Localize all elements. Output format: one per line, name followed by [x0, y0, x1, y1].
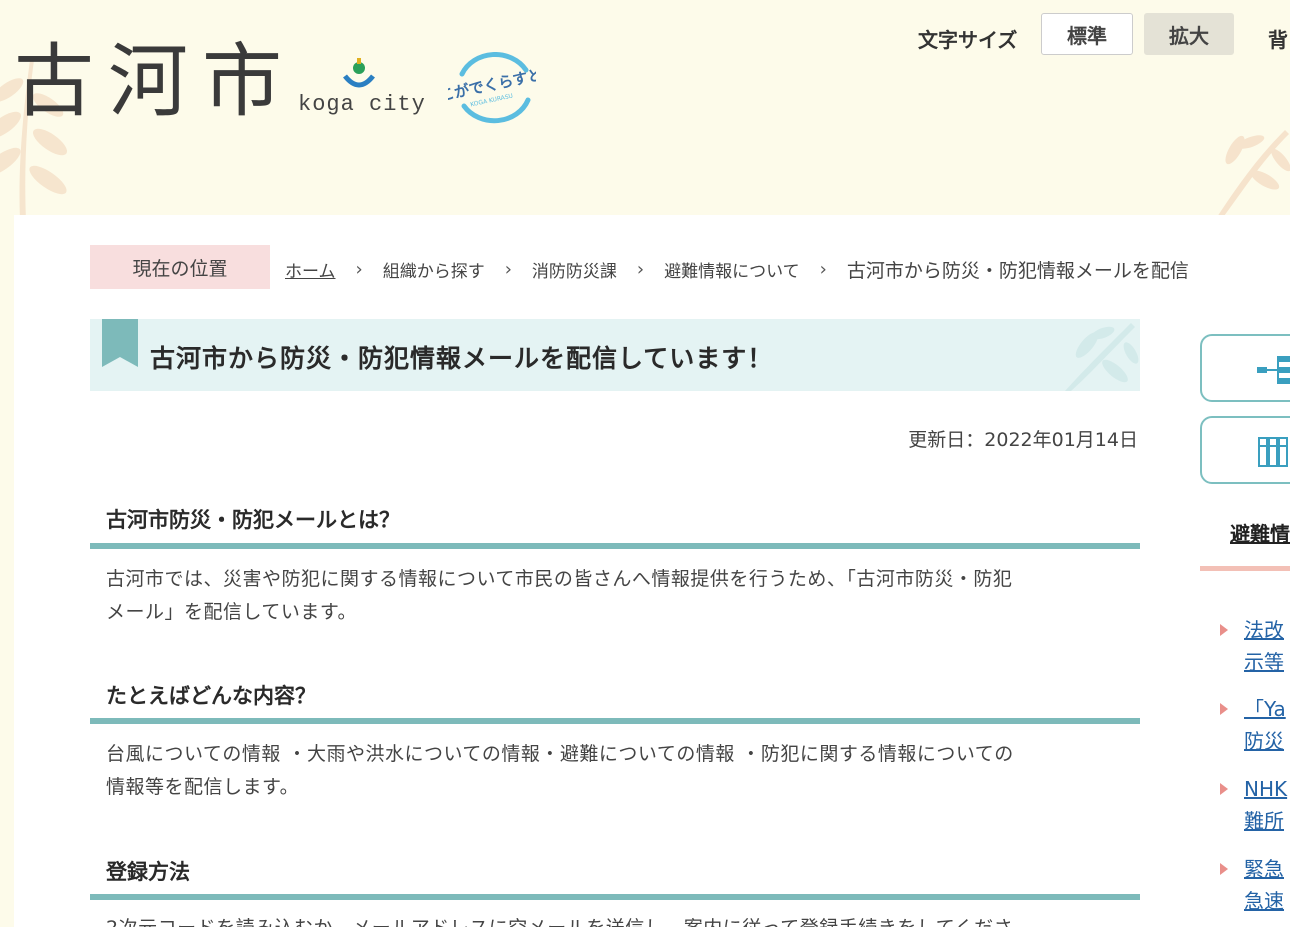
site-logo-english: koga city [298, 92, 426, 117]
site-header: 古河市 koga city こがでくらすと KOGA KURASU 文字サイズ … [0, 0, 1290, 220]
chevron-right-icon: › [355, 259, 363, 280]
chevron-right-icon: › [636, 259, 645, 280]
font-size-large-button[interactable]: 拡大 [1144, 13, 1234, 55]
sidebar-link-text[interactable]: 防災 [1244, 725, 1284, 757]
book-shelf-icon [1258, 437, 1288, 467]
leaf-decoration-icon [1215, 130, 1290, 220]
breadcrumb: ホーム › 組織から探す › 消防防災課 › 避難情報について › 古河市から防… [285, 256, 1189, 283]
paragraph-line: 情報等を配信します。 [106, 776, 300, 798]
updated-date: 更新日：2022年01月14日 [908, 429, 1138, 451]
sidebar-link-text[interactable]: 示等 [1244, 646, 1284, 678]
section-heading-content: たとえばどんな内容？ [106, 684, 316, 708]
breadcrumb-fire-disaster-link[interactable]: 消防防災課 [532, 257, 617, 282]
paragraph-line: メール」を配信しています。 [106, 601, 358, 623]
paragraph-line: 台風についての情報 ・大雨や洪水についての情報・避難についての情報 ・防犯に関す… [106, 743, 1014, 765]
section-heading-registration: 登録方法 [106, 860, 190, 884]
section-divider [90, 894, 1140, 900]
page-title: 古河市から防災・防犯情報メールを配信しています！ [150, 344, 774, 373]
chevron-right-icon: › [819, 259, 827, 280]
sitemap-button[interactable] [1200, 334, 1290, 402]
koga-kurasu-logo-icon: こがでくらすと KOGA KURASU [448, 52, 536, 124]
background-color-label: 背 [1268, 28, 1288, 52]
breadcrumb-evacuation-link[interactable]: 避難情報について [664, 257, 800, 282]
city-emblem-icon [343, 58, 375, 88]
chevron-right-icon: › [504, 259, 512, 280]
sidebar-heading[interactable]: 避難情 [1230, 518, 1290, 547]
font-size-standard-button[interactable]: 標準 [1041, 13, 1133, 55]
section-heading-about: 古河市防災・防犯メールとは？ [106, 508, 400, 532]
sidebar-link-text[interactable]: NHK [1244, 773, 1287, 805]
triangle-right-icon [1220, 624, 1228, 636]
triangle-right-icon [1220, 863, 1228, 875]
category-button[interactable] [1200, 416, 1290, 484]
sidebar-link-text[interactable]: 急速 [1244, 885, 1284, 917]
font-size-label: 文字サイズ [918, 28, 1018, 52]
paragraph-line: 2次元コードを読み込むか、メールアドレスに空メールを送信し、案内に従って登録手続… [106, 912, 1126, 927]
section-body-about: 古河市では、災害や防犯に関する情報について市民の皆さんへ情報提供を行うため、「古… [106, 563, 1126, 629]
leaf-decoration-icon [1065, 323, 1139, 391]
sidebar-link-text[interactable]: 法改 [1244, 614, 1284, 646]
sidebar-heading-underline [1200, 566, 1290, 571]
breadcrumb-home-link[interactable]: ホーム [285, 257, 336, 282]
triangle-right-icon [1220, 703, 1228, 715]
section-body-content: 台風についての情報 ・大雨や洪水についての情報・避難についての情報 ・防犯に関す… [106, 738, 1126, 804]
sidebar-link-text[interactable]: 緊急 [1244, 853, 1284, 885]
paragraph-line: 古河市では、災害や防犯に関する情報について市民の皆さんへ情報提供を行うため、「古… [106, 568, 1013, 590]
section-divider [90, 543, 1140, 549]
breadcrumb-organization-link[interactable]: 組織から探す [383, 257, 485, 282]
sidebar-link-text[interactable]: 「Ya [1244, 693, 1286, 725]
breadcrumb-current: 古河市から防災・防犯情報メールを配信 [846, 260, 1189, 282]
sidebar-link-text[interactable]: 難所 [1244, 805, 1284, 837]
section-body-registration: 2次元コードを読み込むか、メールアドレスに空メールを送信し、案内に従って登録手続… [106, 912, 1126, 927]
triangle-right-icon [1220, 783, 1228, 795]
page-title-box: 古河市から防災・防犯情報メールを配信しています！ [90, 319, 1140, 391]
section-divider [90, 718, 1140, 724]
site-logo-kanji[interactable]: 古河市 [14, 42, 296, 122]
bookmark-ribbon-icon [102, 319, 138, 367]
sitemap-icon [1257, 356, 1290, 384]
breadcrumb-label: 現在の位置 [90, 245, 270, 289]
